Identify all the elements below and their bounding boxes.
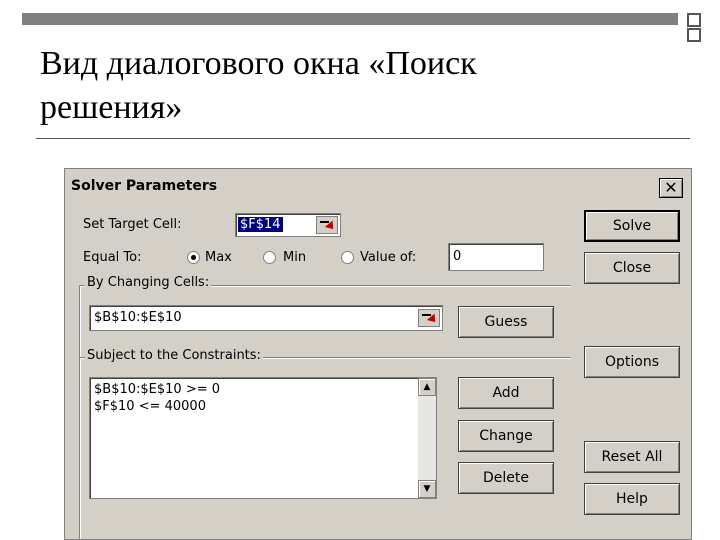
guess-button[interactable]: Guess (458, 306, 554, 338)
changing-cells-label: By Changing Cells: (85, 275, 212, 290)
max-radio[interactable] (187, 251, 200, 264)
slide-top-bar (22, 13, 678, 25)
close-icon[interactable]: ✕ (659, 178, 683, 198)
options-button[interactable]: Options (584, 346, 680, 378)
min-radio-label[interactable]: Min (283, 250, 306, 265)
dialog-titlebar: Solver Parameters ✕ (67, 171, 689, 201)
changing-cells-value: $B$10:$E$10 (94, 310, 182, 325)
collapse-dialog-icon[interactable] (316, 216, 338, 234)
scroll-down-icon[interactable]: ▼ (418, 480, 436, 498)
slide-title: Вид диалогового окна «Поиск решения» (40, 42, 680, 130)
equal-to-label: Equal To: (83, 250, 142, 265)
set-target-cell-field[interactable]: $F$14 (235, 213, 341, 237)
value-of-input-value: 0 (453, 249, 462, 264)
slide-title-line1: Вид диалогового окна «Поиск (40, 45, 477, 82)
value-of-input[interactable]: 0 (448, 243, 544, 271)
constraints-scrollbar[interactable]: ▲ ▼ (418, 378, 436, 498)
constraint-item[interactable]: $B$10:$E$10 >= 0 (94, 382, 220, 397)
dialog-title: Solver Parameters (71, 178, 218, 194)
min-radio[interactable] (263, 251, 276, 264)
scroll-up-icon[interactable]: ▲ (418, 378, 436, 396)
slide-title-line2: решения» (40, 89, 183, 126)
help-button[interactable]: Help (584, 483, 680, 515)
set-target-cell-label: Set Target Cell: (83, 217, 182, 232)
add-button[interactable]: Add (458, 377, 554, 409)
collapse-dialog-icon[interactable] (418, 309, 440, 327)
constraints-label: Subject to the Constraints: (85, 348, 263, 363)
slide-corner-square (687, 13, 701, 27)
slide-divider (36, 138, 690, 139)
close-button[interactable]: Close (584, 252, 680, 284)
value-of-radio[interactable] (341, 251, 354, 264)
constraint-item[interactable]: $F$10 <= 40000 (94, 399, 206, 414)
constraints-list[interactable]: $B$10:$E$10 >= 0 $F$10 <= 40000 ▲ ▼ (89, 377, 437, 499)
change-button[interactable]: Change (458, 420, 554, 452)
reset-all-button[interactable]: Reset All (584, 441, 680, 473)
changing-cells-field[interactable]: $B$10:$E$10 (89, 305, 443, 331)
slide-corner-square (687, 28, 701, 42)
solver-parameters-dialog: Solver Parameters ✕ Set Target Cell: $F$… (64, 168, 692, 540)
value-of-radio-label[interactable]: Value of: (360, 250, 416, 265)
solve-button[interactable]: Solve (584, 210, 680, 242)
max-radio-label[interactable]: Max (205, 250, 232, 265)
delete-button[interactable]: Delete (458, 462, 554, 494)
set-target-cell-value: $F$14 (238, 217, 283, 232)
